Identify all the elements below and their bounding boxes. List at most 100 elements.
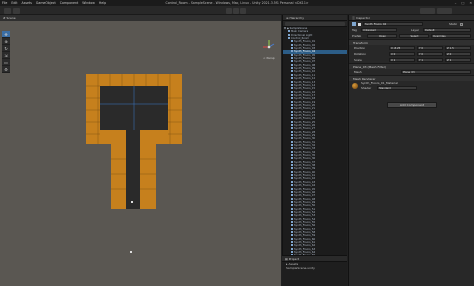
material-sphere-icon <box>352 83 358 89</box>
gameobject-cube-icon <box>288 30 290 33</box>
gameobject-cube-icon <box>291 184 293 187</box>
gameobject-cube-icon <box>291 217 293 220</box>
gameobject-cube-icon <box>291 210 293 213</box>
gameobject-cube-icon <box>291 224 293 227</box>
gameobject-cube-icon <box>291 60 293 63</box>
gameobject-cube-icon <box>291 47 293 50</box>
gameobject-cube-icon <box>291 117 293 120</box>
gameobject-cube-icon <box>291 107 293 110</box>
transform-tool-icon[interactable]: ⚙ <box>2 66 10 73</box>
camera-gizmo-icon[interactable] <box>130 251 132 253</box>
gameobject-cube-icon <box>291 197 293 200</box>
mesh-field[interactable]: Plane_03 <box>401 70 471 74</box>
gameobject-cube-icon <box>291 167 293 170</box>
rect-tool-icon[interactable]: ▭ <box>2 59 10 66</box>
account-button[interactable] <box>4 7 11 14</box>
gameobject-cube-icon <box>291 77 293 80</box>
gameobject-cube-icon <box>291 70 293 73</box>
scale-y-field[interactable]: Y 1 <box>417 58 443 62</box>
gameobject-cube-icon <box>291 40 293 43</box>
gameobject-cube-icon <box>291 190 293 193</box>
layer-dropdown[interactable]: Default <box>423 28 471 32</box>
play-button[interactable] <box>226 7 232 14</box>
gameobject-cube-icon <box>291 220 293 223</box>
gameobject-cube-icon <box>291 120 293 123</box>
gameobject-cube-icon <box>291 123 293 126</box>
step-button[interactable] <box>240 7 246 14</box>
rotate-tool-icon[interactable]: ↻ <box>2 45 10 52</box>
scene-view[interactable]: # Scene ✥ ⊕ ↻ ⇲ ▭ ⚙ < Persp <box>0 15 281 286</box>
gameobject-cube-icon <box>291 180 293 183</box>
pause-button[interactable] <box>233 7 239 14</box>
gameobject-cube-icon <box>291 164 293 167</box>
view-tool-icon[interactable]: ⊕ <box>2 38 10 45</box>
light-gizmo-icon[interactable] <box>131 201 133 203</box>
gameobject-cube-icon <box>291 187 293 190</box>
scale-x-field[interactable]: X 1 <box>389 58 415 62</box>
prefab-open-button[interactable]: Open <box>367 34 397 38</box>
gameobject-cube-icon <box>291 244 293 247</box>
gameobject-cube-icon <box>291 43 293 46</box>
gameobject-cube-icon <box>291 140 293 143</box>
rotation-x-field[interactable]: X 0 <box>389 52 415 56</box>
scale-z-field[interactable]: Z 1 <box>445 58 471 62</box>
rotation-y-field[interactable]: Y 0 <box>417 52 443 56</box>
add-component-button[interactable]: Add Component <box>387 102 437 108</box>
position-y-field[interactable]: Y 0 <box>417 46 443 50</box>
gameobject-cube-icon <box>291 87 293 90</box>
gameobject-cube-icon <box>291 227 293 230</box>
gameobject-cube-icon <box>288 33 290 36</box>
scale-tool-icon[interactable]: ⇲ <box>2 52 10 59</box>
prefab-select-button[interactable]: Select <box>399 34 429 38</box>
gameobject-cube-icon <box>291 194 293 197</box>
project-scene-file[interactable]: SampleScene.unity <box>282 266 347 270</box>
layout-dropdown[interactable] <box>437 7 452 14</box>
gameobject-cube-icon <box>291 83 293 86</box>
gameobject-cube-icon <box>291 234 293 237</box>
gameobject-cube-icon <box>291 241 293 243</box>
gameobject-cube-icon <box>291 67 293 70</box>
gameobject-cube-icon <box>291 80 293 83</box>
gameobject-cube-icon <box>291 214 293 217</box>
gameobject-cube-icon <box>291 150 293 153</box>
static-checkbox[interactable] <box>460 22 463 26</box>
hierarchy-panel: ≡ Hierarchy ▼ ◆ SampleScene Main Camera Di… <box>282 15 347 286</box>
gameobject-cube-icon <box>291 247 293 250</box>
position-z-field[interactable]: Z 1.5 <box>445 46 471 50</box>
gameobject-cube-icon <box>291 97 293 100</box>
gameobject-cube-icon <box>291 207 293 210</box>
gameobject-cube-icon <box>291 160 293 163</box>
project-panel: ▤ Project ▸ Assets SampleScene.unity <box>282 255 347 286</box>
gameobject-cube-icon <box>291 50 293 53</box>
position-x-field[interactable]: X -8.25 <box>389 46 415 50</box>
gameobject-cube-icon <box>291 127 293 130</box>
gameobject-cube-icon <box>291 251 293 254</box>
control-room-model[interactable] <box>86 74 182 209</box>
layers-dropdown[interactable] <box>420 7 435 14</box>
main-toolbar <box>0 6 474 15</box>
gameobject-cube-icon <box>291 130 293 133</box>
orientation-gizmo[interactable]: < Persp <box>262 39 276 63</box>
shader-label: Shader <box>361 85 372 90</box>
prefab-overrides-dropdown[interactable]: Overrides <box>431 34 471 38</box>
cloud-icon[interactable] <box>13 7 20 14</box>
gameobject-cube-icon <box>291 103 293 106</box>
unity-editor-window: { "window": { "title": "Control_Room - S… <box>0 0 474 286</box>
scene-tab[interactable]: # Scene <box>0 15 281 21</box>
gameobject-cube-icon <box>291 57 293 60</box>
tag-dropdown[interactable]: Untagged <box>361 28 397 32</box>
object-name-field[interactable]: Synth_Floors_04 <box>363 22 423 26</box>
active-checkbox[interactable] <box>358 22 361 26</box>
gameobject-cube-icon <box>291 53 293 56</box>
gameobject-cube-icon <box>291 154 293 157</box>
gameobject-cube-icon <box>291 200 293 203</box>
gameobject-cube-icon <box>291 134 293 136</box>
gameobject-cube-icon <box>291 147 293 150</box>
move-tool-icon[interactable]: ✥ <box>2 31 10 38</box>
gameobject-cube-icon <box>291 230 293 233</box>
rotation-z-field[interactable]: Z 0 <box>445 52 471 56</box>
gameobject-cube-icon <box>291 90 293 93</box>
gameobject-cube-icon <box>291 110 293 113</box>
gameobject-cube-icon <box>291 100 293 103</box>
shader-dropdown[interactable]: Standard <box>377 86 417 90</box>
